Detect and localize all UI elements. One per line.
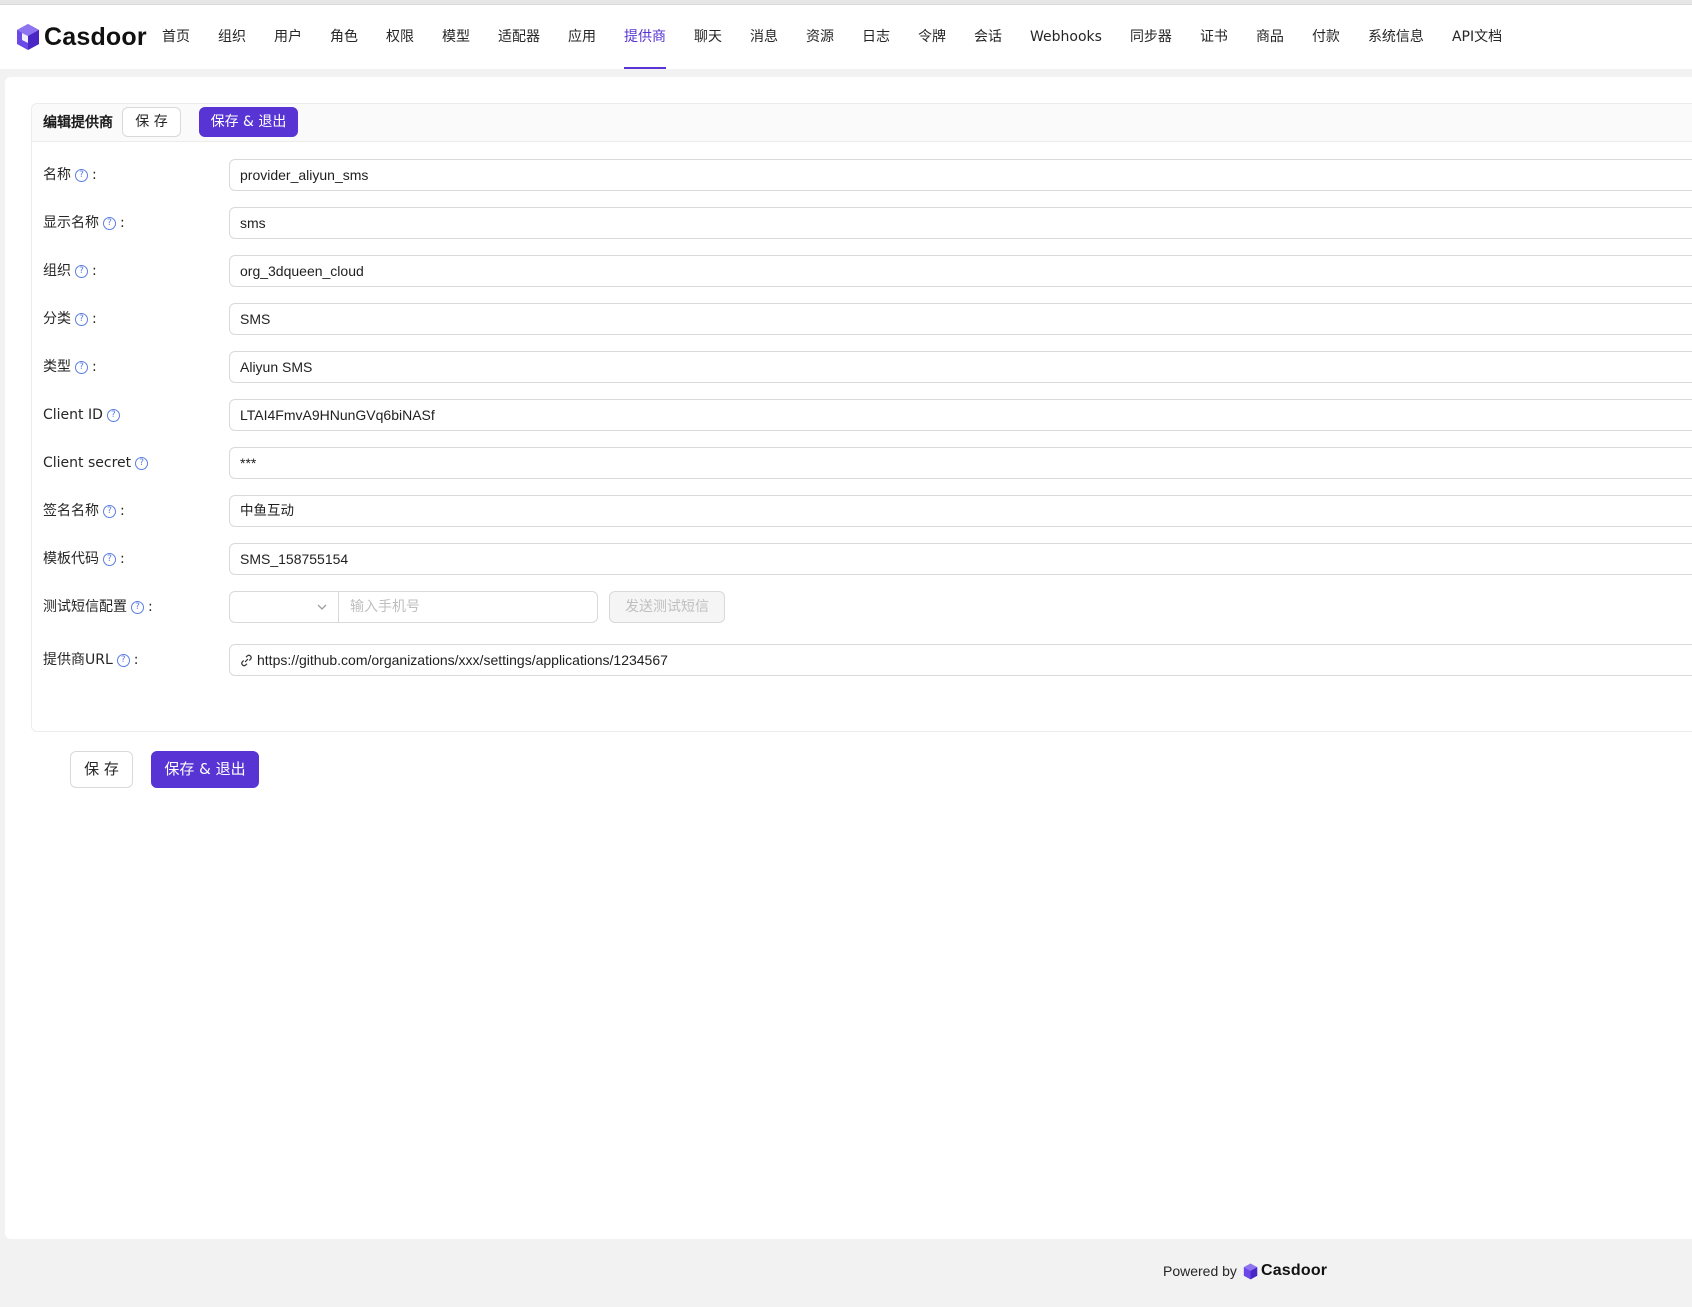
nav-item-organizations[interactable]: 组织 xyxy=(204,5,260,69)
form-row-name: 名称?: provider_aliyun_sms xyxy=(32,159,1692,191)
nav-item-resources[interactable]: 资源 xyxy=(792,5,848,69)
nav-item-adapters[interactable]: 适配器 xyxy=(484,5,554,69)
country-code-select[interactable] xyxy=(229,591,339,623)
form-row-client-id: Client ID? LTAI4FmvA9HNunGVq6biNASf xyxy=(32,399,1692,431)
logo-text: Casdoor xyxy=(44,22,147,51)
nav-item-roles[interactable]: 角色 xyxy=(316,5,372,69)
nav-item-permissions[interactable]: 权限 xyxy=(372,5,428,69)
provider-url-input[interactable]: https://github.com/organizations/xxx/set… xyxy=(229,644,1692,676)
nav-item-products[interactable]: 商品 xyxy=(1242,5,1298,69)
client-id-input[interactable]: LTAI4FmvA9HNunGVq6biNASf xyxy=(229,399,1692,431)
nav-item-webhooks[interactable]: Webhooks xyxy=(1016,5,1116,69)
card-header: 编辑提供商 保 存 保存 & 退出 xyxy=(32,104,1692,142)
nav-item-syncers[interactable]: 同步器 xyxy=(1116,5,1186,69)
help-icon[interactable]: ? xyxy=(75,312,88,326)
header-save-exit-button[interactable]: 保存 & 退出 xyxy=(199,107,298,137)
form-row-organization: 组织?: org_3dqueen_cloud xyxy=(32,255,1692,287)
display-name-input[interactable]: sms xyxy=(229,207,1692,239)
footer-logo-text[interactable]: Casdoor xyxy=(1261,1262,1327,1280)
nav-item-providers[interactable]: 提供商 xyxy=(610,5,680,69)
template-code-input[interactable]: SMS_158755154 xyxy=(229,543,1692,575)
nav-item-applications[interactable]: 应用 xyxy=(554,5,610,69)
client-secret-input[interactable]: *** xyxy=(229,447,1692,479)
help-icon[interactable]: ? xyxy=(75,168,88,182)
link-icon xyxy=(241,654,252,667)
bottom-save-button[interactable]: 保 存 xyxy=(70,751,133,788)
page-title: 编辑提供商 xyxy=(43,115,113,131)
nav-item-users[interactable]: 用户 xyxy=(260,5,316,69)
type-label: 类型?: xyxy=(43,359,97,375)
cube-logo-icon xyxy=(1243,1263,1258,1279)
help-icon[interactable]: ? xyxy=(103,504,116,518)
name-label: 名称?: xyxy=(43,167,97,183)
help-icon[interactable]: ? xyxy=(75,360,88,374)
nav-item-sessions[interactable]: 会话 xyxy=(960,5,1016,69)
nav-item-home[interactable]: 首页 xyxy=(148,5,204,69)
provider-edit-card: 编辑提供商 保 存 保存 & 退出 名称?: provider_aliyun_s… xyxy=(31,103,1692,732)
chevron-down-icon xyxy=(317,604,327,610)
client-id-label: Client ID? xyxy=(43,399,120,431)
display-name-label: 显示名称?: xyxy=(43,215,125,231)
powered-by-text: Powered by xyxy=(1163,1263,1237,1279)
nav-item-sysinfo[interactable]: 系统信息 xyxy=(1354,5,1438,69)
send-test-sms-button[interactable]: 发送测试短信 xyxy=(609,591,725,623)
nav-item-tokens[interactable]: 令牌 xyxy=(904,5,960,69)
form-row-type: 类型?: Aliyun SMS xyxy=(32,351,1692,383)
sign-name-label: 签名名称?: xyxy=(43,503,125,519)
help-icon[interactable]: ? xyxy=(103,552,116,566)
test-sms-label: 测试短信配置?: xyxy=(43,599,153,615)
sign-name-input[interactable]: 中鱼互动 xyxy=(229,495,1692,527)
help-icon[interactable]: ? xyxy=(116,653,130,667)
category-label: 分类?: xyxy=(43,311,97,327)
nav-item-payments[interactable]: 付款 xyxy=(1298,5,1354,69)
bottom-save-exit-button[interactable]: 保存 & 退出 xyxy=(151,751,259,788)
phone-input[interactable]: 输入手机号 xyxy=(338,591,598,623)
form-row-template-code: 模板代码?: SMS_158755154 xyxy=(32,543,1692,575)
provider-url-label: 提供商URL?: xyxy=(43,652,139,668)
nav-item-swagger[interactable]: API文档 xyxy=(1438,5,1516,69)
nav-item-certs[interactable]: 证书 xyxy=(1186,5,1242,69)
organization-label: 组织?: xyxy=(43,263,97,279)
nav-item-chats[interactable]: 聊天 xyxy=(680,5,736,69)
category-select[interactable]: SMS xyxy=(229,303,1692,335)
help-icon[interactable]: ? xyxy=(106,408,120,422)
help-icon[interactable]: ? xyxy=(103,216,116,230)
nav-item-messages[interactable]: 消息 xyxy=(736,5,792,69)
casdoor-logo[interactable]: Casdoor xyxy=(16,21,147,53)
nav-item-models[interactable]: 模型 xyxy=(428,5,484,69)
cube-logo-icon xyxy=(17,24,39,50)
type-select[interactable]: Aliyun SMS xyxy=(229,351,1692,383)
header-save-button[interactable]: 保 存 xyxy=(122,107,181,137)
help-icon[interactable]: ? xyxy=(75,264,88,278)
template-code-label: 模板代码?: xyxy=(43,551,125,567)
form-row-display-name: 显示名称?: sms xyxy=(32,207,1692,239)
help-icon[interactable]: ? xyxy=(135,456,149,470)
form-row-sign-name: 签名名称?: 中鱼互动 xyxy=(32,495,1692,527)
top-header: Casdoor 首页 组织 用户 角色 权限 模型 适配器 应用 提供商 聊天 消息 资源 日志 令牌 会话… xyxy=(0,5,1692,69)
name-input[interactable]: provider_aliyun_sms xyxy=(229,159,1692,191)
provider-url-value: https://github.com/organizations/xxx/set… xyxy=(257,652,668,668)
form-row-client-secret: Client secret? *** xyxy=(32,447,1692,479)
form-row-category: 分类?: SMS xyxy=(32,303,1692,335)
main-card: 编辑提供商 保 存 保存 & 退出 名称?: provider_aliyun_s… xyxy=(5,77,1692,1239)
organization-input[interactable]: org_3dqueen_cloud xyxy=(229,255,1692,287)
footer-powered-by: Powered by Casdoor xyxy=(1163,1262,1327,1280)
form-row-test-sms: 测试短信配置?: 输入手机号 发送测试短信 xyxy=(32,591,1692,623)
nav-item-records[interactable]: 日志 xyxy=(848,5,904,69)
main-nav: 首页 组织 用户 角色 权限 模型 适配器 应用 提供商 聊天 消息 资源 日志 令牌 会话 Webhooks… xyxy=(148,5,1516,69)
client-secret-label: Client secret? xyxy=(43,447,149,479)
help-icon[interactable]: ? xyxy=(131,600,144,614)
form-row-provider-url: 提供商URL?: https://github.com/organization… xyxy=(32,644,1692,676)
